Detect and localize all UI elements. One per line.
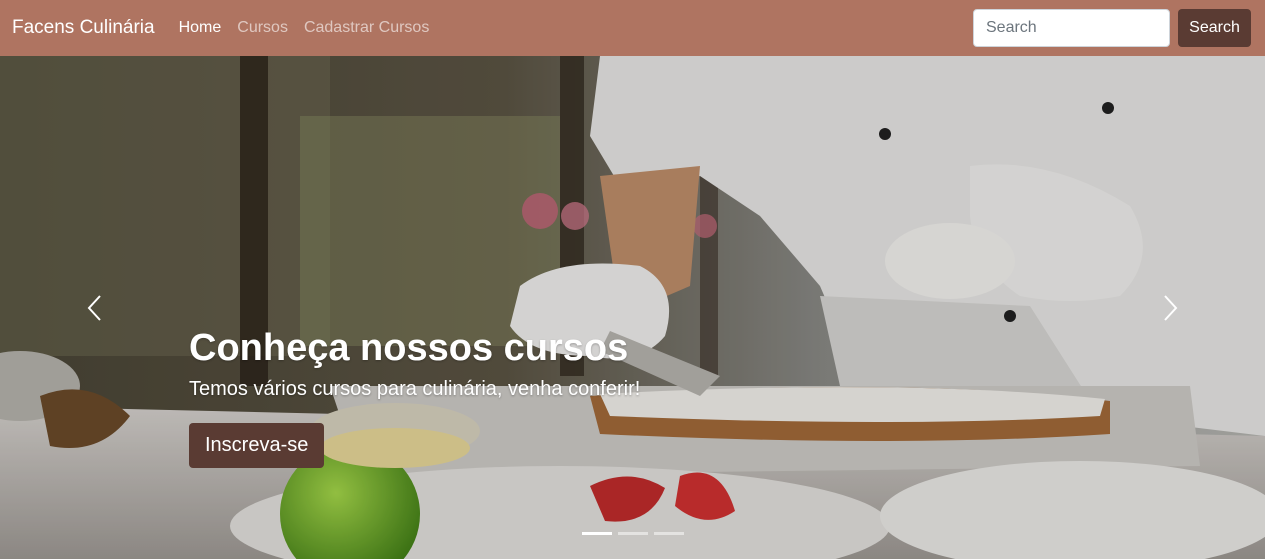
search-form: Search [973,9,1251,47]
hero-carousel: Conheça nossos cursos Temos vários curso… [0,56,1265,559]
carousel-next-button[interactable] [1075,56,1265,559]
carousel-indicator-2[interactable] [617,532,648,535]
carousel-caption: Conheça nossos cursos Temos vários curso… [189,326,640,468]
carousel-prev-button[interactable] [0,56,190,559]
chevron-right-icon [1164,294,1178,321]
navbar: Facens Culinária Home Cursos Cadastrar C… [0,0,1265,56]
inscreva-se-button[interactable]: Inscreva-se [189,422,325,468]
nav-link-cadastrar-cursos[interactable]: Cadastrar Cursos [304,19,429,37]
chevron-left-icon [87,294,101,321]
carousel-indicator-1[interactable] [581,532,612,535]
nav-link-home[interactable]: Home [179,19,222,37]
carousel-indicators [0,532,1265,535]
caption-title: Conheça nossos cursos [189,327,629,369]
brand-link[interactable]: Facens Culinária [12,17,155,39]
caption-text: Temos vários cursos para culinária, venh… [189,377,641,400]
carousel-indicator-3[interactable] [653,532,684,535]
nav-links: Home Cursos Cadastrar Cursos [179,19,430,37]
search-button[interactable]: Search [1178,9,1251,47]
search-input[interactable] [973,9,1170,47]
nav-link-cursos[interactable]: Cursos [237,19,288,37]
